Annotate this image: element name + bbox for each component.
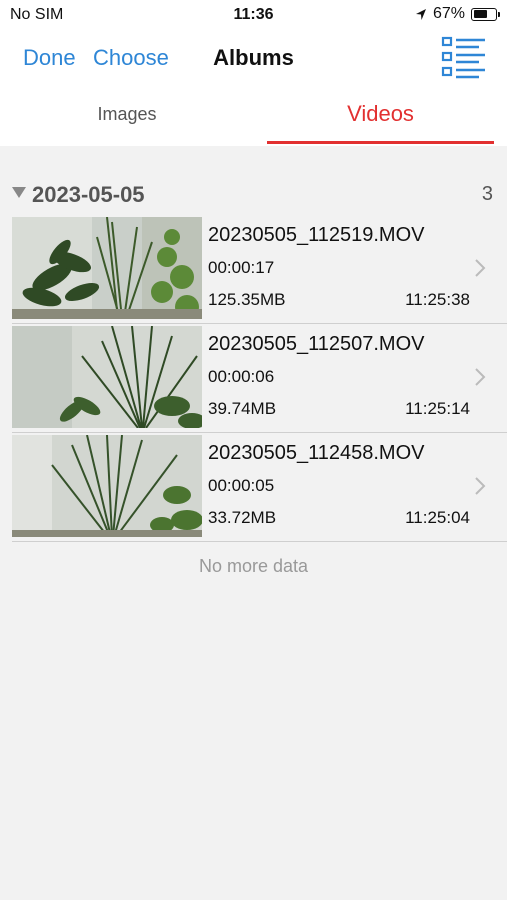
chevron-right-icon bbox=[475, 368, 486, 386]
video-duration: 00:00:17 bbox=[208, 258, 275, 277]
battery-percent: 67% bbox=[432, 5, 465, 22]
video-size: 125.35MB bbox=[208, 290, 286, 309]
video-time: 11:25:14 bbox=[405, 399, 470, 418]
video-thumbnail bbox=[12, 217, 202, 319]
page-title: Albums bbox=[213, 45, 294, 70]
video-thumbnail bbox=[12, 435, 202, 537]
battery-fill bbox=[473, 10, 487, 18]
status-bar: No SIM 11:36 67% bbox=[0, 0, 507, 30]
video-list: 20230505_112519.MOV 00:00:17 125.35MB 11… bbox=[12, 215, 507, 542]
video-filename: 20230505_112507.MOV bbox=[208, 333, 425, 355]
video-thumbnail bbox=[12, 326, 202, 428]
collapse-triangle-icon[interactable] bbox=[12, 187, 26, 198]
video-duration: 00:00:06 bbox=[208, 367, 275, 386]
location-arrow-icon bbox=[415, 8, 426, 20]
video-filename: 20230505_112519.MOV bbox=[208, 224, 425, 246]
video-time: 11:25:04 bbox=[405, 508, 470, 527]
active-tab-indicator bbox=[267, 141, 494, 144]
tab-videos[interactable]: Videos bbox=[267, 88, 494, 146]
video-row[interactable]: 20230505_112458.MOV 00:00:05 33.72MB 11:… bbox=[12, 433, 507, 542]
battery-icon bbox=[471, 7, 500, 21]
chevron-right-icon bbox=[475, 259, 486, 277]
status-right: 67% bbox=[415, 5, 500, 23]
video-size: 33.72MB bbox=[208, 508, 277, 527]
list-view-icon[interactable] bbox=[441, 35, 487, 79]
video-row[interactable]: 20230505_112507.MOV 00:00:06 39.74MB 11:… bbox=[12, 324, 507, 433]
date-group-header[interactable]: 2023-05-05 3 bbox=[0, 178, 507, 212]
video-row[interactable]: 20230505_112519.MOV 00:00:17 125.35MB 11… bbox=[12, 215, 507, 324]
video-time: 11:25:38 bbox=[405, 290, 470, 309]
no-more-data-label: No more data bbox=[198, 556, 309, 576]
tab-images[interactable]: Images bbox=[0, 88, 254, 146]
chevron-right-icon bbox=[475, 477, 486, 495]
video-size: 39.74MB bbox=[208, 399, 277, 418]
tab-videos-label: Videos bbox=[347, 101, 414, 126]
group-count: 3 bbox=[481, 183, 493, 205]
video-filename: 20230505_112458.MOV bbox=[208, 442, 425, 464]
tab-images-label: Images bbox=[97, 104, 157, 124]
media-tabs: Images Videos bbox=[0, 88, 507, 146]
group-date: 2023-05-05 bbox=[32, 182, 145, 207]
video-duration: 00:00:05 bbox=[208, 476, 275, 495]
navigation-bar: Done Choose Albums bbox=[0, 30, 507, 88]
